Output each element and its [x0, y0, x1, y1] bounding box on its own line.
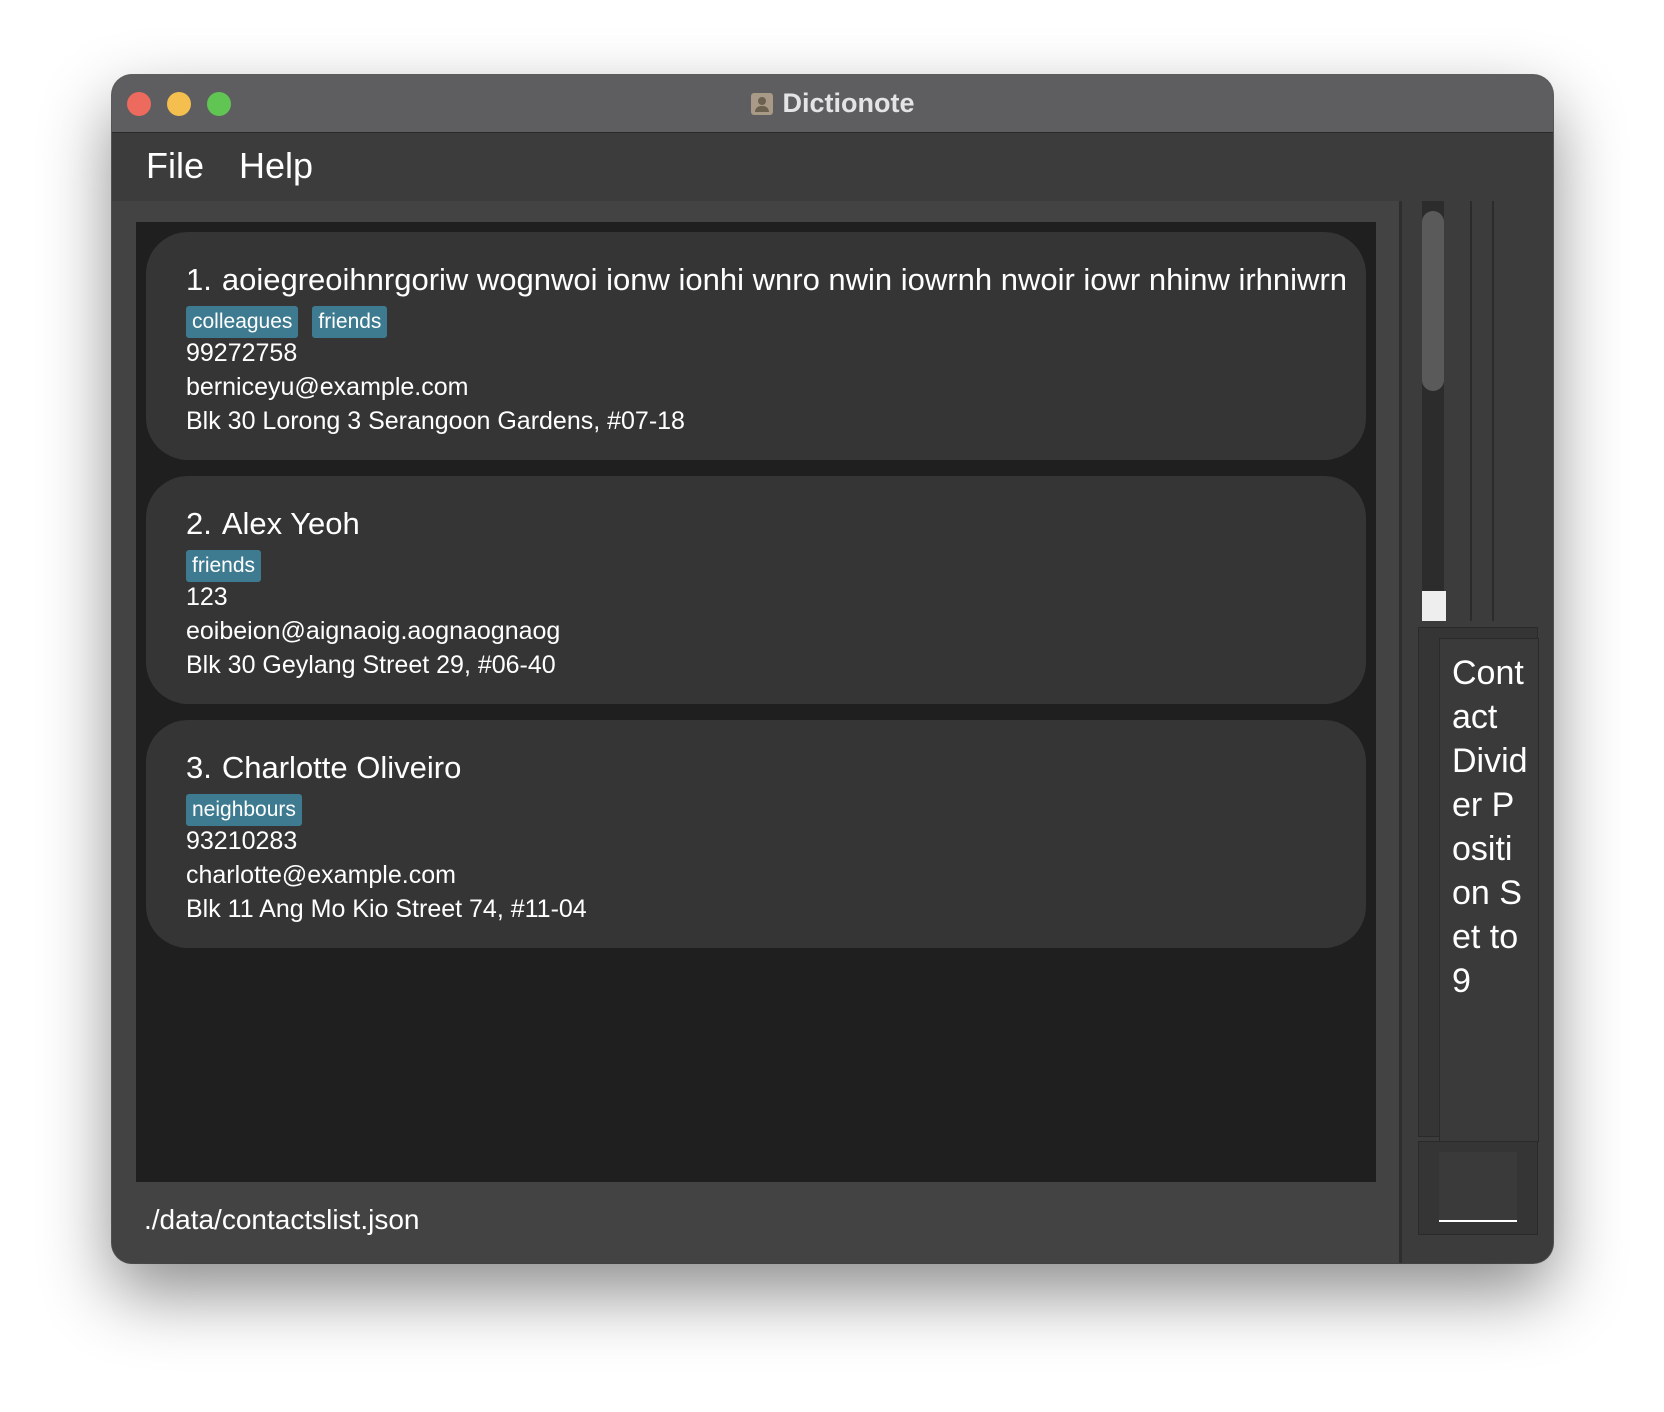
tag: neighbours [186, 794, 302, 826]
tag-list: colleagues friends [186, 306, 388, 338]
divider-slider-handle[interactable] [1422, 591, 1446, 621]
contact-card[interactable]: 3. Charlotte Oliveiro neighbours 93210283… [146, 720, 1366, 948]
contact-name: aoiegreoihnrgoriw wognwoi ionw ionhi wnr… [221, 262, 1346, 297]
contact-email: eoibeion@aignaoig.aognaognaog [186, 617, 561, 645]
tag: colleagues [186, 306, 299, 338]
command-input[interactable] [1439, 1152, 1517, 1222]
window-title: Dictionote [782, 88, 915, 118]
contact-list[interactable]: 1. aoiegreoihnrgoriw wognwoi ionw ionhi w… [136, 222, 1376, 1182]
contact-phone: 123 [186, 583, 228, 611]
tag: friends [186, 550, 262, 582]
contact-index: 2. [186, 506, 212, 541]
contact-card[interactable]: 1. aoiegreoihnrgoriw wognwoi ionw ionhi w… [146, 232, 1366, 460]
divider-line [1470, 201, 1472, 621]
result-display-panel: Contact Divider Position Set to 9 [1418, 627, 1539, 1142]
contact-index: 3. [186, 750, 212, 785]
scrollbar-thumb[interactable] [1422, 211, 1444, 391]
menu-bar: File Help [112, 133, 1553, 201]
tag: friends [312, 306, 388, 338]
command-box-panel [1418, 1141, 1538, 1235]
side-panel: Contact Divider Position Set to 9 [1399, 201, 1553, 1263]
divider-line [1492, 201, 1494, 621]
contact-address: Blk 30 Lorong 3 Serangoon Gardens, #07-1… [186, 407, 685, 435]
contact-name: Charlotte Oliveiro [221, 750, 462, 785]
menu-file[interactable]: File [146, 145, 204, 187]
contact-panel: 1. aoiegreoihnrgoriw wognwoi ionw ionhi w… [112, 201, 1399, 1263]
tag-list: friends [186, 550, 262, 582]
app-window: Dictionote File Help 1. aoiegreoihnrgoriw… [112, 75, 1553, 1263]
contact-name: Alex Yeoh [221, 506, 360, 541]
contact-address: Blk 11 Ang Mo Kio Street 74, #11-04 [186, 895, 587, 923]
contact-header: 3. Charlotte Oliveiro [186, 750, 1346, 786]
title-container: Dictionote [112, 75, 1553, 132]
status-bar-file-path: ./data/contactslist.json [144, 1204, 420, 1235]
contact-address: Blk 30 Geylang Street 29, #06-40 [186, 651, 556, 679]
contact-email: charlotte@example.com [186, 861, 456, 889]
contact-header: 1. aoiegreoihnrgoriw wognwoi ionw ionhi w… [186, 262, 1346, 298]
contact-index: 1. [186, 262, 212, 297]
contact-header: 2. Alex Yeoh [186, 506, 1346, 542]
contact-phone: 93210283 [186, 827, 298, 855]
contact-email: berniceyu@example.com [186, 373, 469, 401]
contact-phone: 99272758 [186, 339, 298, 367]
tag-list: neighbours [186, 794, 302, 826]
menu-help[interactable]: Help [239, 145, 313, 187]
title-bar: Dictionote [112, 75, 1553, 133]
contact-card[interactable]: 2. Alex Yeoh friends 123 eoibeion@aignaoi… [146, 476, 1366, 704]
address-book-icon [750, 92, 773, 115]
result-display-text: Contact Divider Position Set to 9 [1439, 638, 1539, 1142]
